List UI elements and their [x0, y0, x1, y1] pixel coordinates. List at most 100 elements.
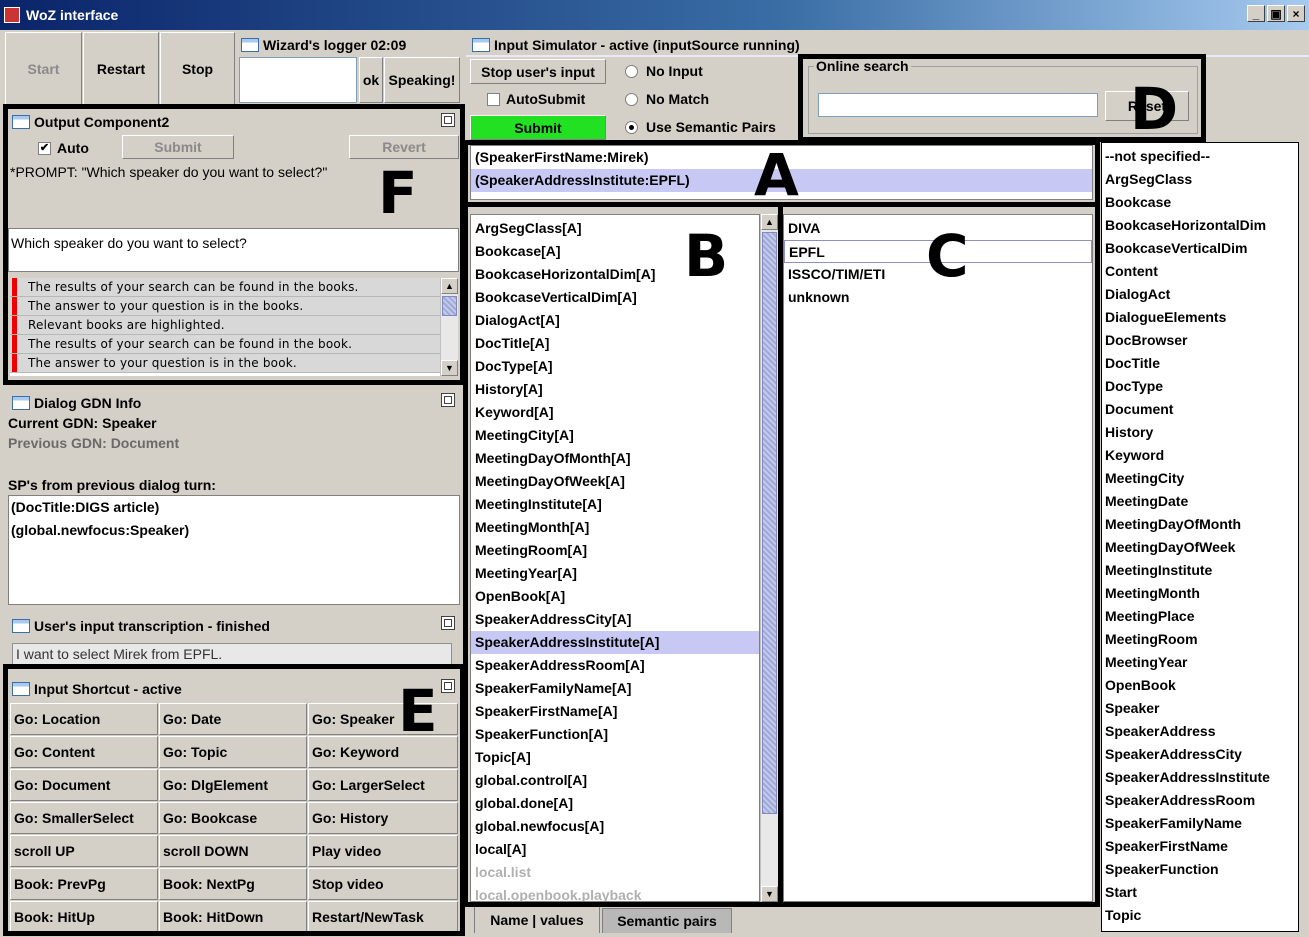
- shortcut-book-hitdown-button[interactable]: Book: HitDown: [159, 901, 307, 933]
- shortcut-go-topic-button[interactable]: Go: Topic: [159, 736, 307, 768]
- attribute-item[interactable]: SpeakerFamilyName[A]: [471, 677, 759, 700]
- list-item[interactable]: Relevant books are highlighted.: [10, 316, 440, 335]
- list-item[interactable]: The answer to your question is in the bo…: [10, 297, 440, 316]
- radio-no-input[interactable]: No Input: [625, 61, 703, 81]
- attribute-item[interactable]: MeetingDayOfMonth[A]: [471, 447, 759, 470]
- attribute-item[interactable]: local[A]: [471, 838, 759, 861]
- speaking-button[interactable]: Speaking!: [384, 57, 460, 103]
- shortcut-book-nextpg-button[interactable]: Book: NextPg: [159, 868, 307, 900]
- online-search-input[interactable]: [818, 93, 1098, 117]
- attribute-item[interactable]: MeetingMonth[A]: [471, 516, 759, 539]
- autosubmit-checkbox[interactable]: AutoSubmit: [487, 89, 585, 109]
- attribute-item[interactable]: SpeakerAddressInstitute[A]: [471, 631, 759, 654]
- shortcut-go-largerselect-button[interactable]: Go: LargerSelect: [308, 769, 458, 801]
- attribute-item[interactable]: SpeakerAddressRoom[A]: [471, 654, 759, 677]
- gdn-item[interactable]: SpeakerAddressRoom: [1102, 789, 1298, 812]
- gdn-item[interactable]: MeetingInstitute: [1102, 559, 1298, 582]
- gdn-item[interactable]: MeetingCity: [1102, 467, 1298, 490]
- gdn-item[interactable]: Document: [1102, 398, 1298, 421]
- gdn-item[interactable]: SpeakerFamilyName: [1102, 812, 1298, 835]
- attribute-item[interactable]: DialogAct[A]: [471, 309, 759, 332]
- gdn-item[interactable]: MeetingDayOfMonth: [1102, 513, 1298, 536]
- undock-icon[interactable]: [441, 393, 455, 407]
- output-submit-button[interactable]: Submit: [122, 135, 234, 159]
- shortcut-book-hitup-button[interactable]: Book: HitUp: [10, 901, 158, 933]
- gdn-item[interactable]: Topic: [1102, 904, 1298, 927]
- shortcut-play-video-button[interactable]: Play video: [308, 835, 458, 867]
- gdn-item[interactable]: MeetingYear: [1102, 651, 1298, 674]
- stop-users-input-button[interactable]: Stop user's input: [470, 59, 606, 84]
- radio-use-semantic-pairs[interactable]: Use Semantic Pairs: [625, 117, 776, 137]
- gdn-item[interactable]: Start: [1102, 881, 1298, 904]
- prompt-edit-field[interactable]: Which speaker do you want to select?: [8, 228, 459, 272]
- attribute-item[interactable]: MeetingYear[A]: [471, 562, 759, 585]
- logger-ok-button[interactable]: ok: [359, 57, 383, 103]
- attribute-item[interactable]: MeetingRoom[A]: [471, 539, 759, 562]
- gdn-item[interactable]: DocBrowser: [1102, 329, 1298, 352]
- gdn-item[interactable]: ArgSegClass: [1102, 168, 1298, 191]
- undock-icon[interactable]: [441, 113, 455, 127]
- gdn-item[interactable]: SpeakerAddress: [1102, 720, 1298, 743]
- shortcut-scroll-up-button[interactable]: scroll UP: [10, 835, 158, 867]
- shortcut-go-document-button[interactable]: Go: Document: [10, 769, 158, 801]
- gdn-item[interactable]: DialogAct: [1102, 283, 1298, 306]
- attribute-item[interactable]: local.list: [471, 861, 759, 884]
- attribute-item[interactable]: SpeakerAddressCity[A]: [471, 608, 759, 631]
- tab-semantic-pairs[interactable]: Semantic pairs: [602, 908, 732, 933]
- tab-name-values[interactable]: Name | values: [474, 906, 600, 933]
- attribute-scrollbar[interactable]: ▲ ▼: [760, 214, 778, 902]
- attribute-item[interactable]: MeetingInstitute[A]: [471, 493, 759, 516]
- list-item[interactable]: (global.newfocus:Speaker): [11, 522, 457, 545]
- attribute-item[interactable]: History[A]: [471, 378, 759, 401]
- gdn-item[interactable]: BookcaseVerticalDim: [1102, 237, 1298, 260]
- shortcut-stop-video-button[interactable]: Stop video: [308, 868, 458, 900]
- scroll-down-icon[interactable]: ▼: [761, 886, 778, 902]
- gdn-item[interactable]: MeetingPlace: [1102, 605, 1298, 628]
- start-button[interactable]: Start: [5, 32, 82, 105]
- shortcut-go-content-button[interactable]: Go: Content: [10, 736, 158, 768]
- logger-input[interactable]: [239, 57, 357, 103]
- attribute-item[interactable]: local.openbook.playback: [471, 884, 759, 901]
- gdn-item[interactable]: SpeakerAddressInstitute: [1102, 766, 1298, 789]
- revert-button[interactable]: Revert: [349, 135, 459, 159]
- simulator-submit-button[interactable]: Submit: [470, 115, 606, 140]
- minimize-button[interactable]: _: [1247, 5, 1265, 22]
- gdn-item[interactable]: MeetingDayOfWeek: [1102, 536, 1298, 559]
- gdn-item[interactable]: Speaker: [1102, 697, 1298, 720]
- scroll-up-icon[interactable]: ▲: [761, 214, 778, 230]
- gdn-item[interactable]: MeetingDate: [1102, 490, 1298, 513]
- attribute-item[interactable]: OpenBook[A]: [471, 585, 759, 608]
- gdn-item[interactable]: MeetingRoom: [1102, 628, 1298, 651]
- list-item[interactable]: (DocTitle:DIGS article): [11, 499, 457, 522]
- gdn-item[interactable]: --not specified--: [1102, 145, 1298, 168]
- scroll-thumb[interactable]: [442, 296, 457, 316]
- shortcut-restart-newtask-button[interactable]: Restart/NewTask: [308, 901, 458, 933]
- gdn-item[interactable]: DocTitle: [1102, 352, 1298, 375]
- shortcut-go-dlgelement-button[interactable]: Go: DlgElement: [159, 769, 307, 801]
- gdn-item[interactable]: DocType: [1102, 375, 1298, 398]
- undock-icon[interactable]: [441, 616, 455, 630]
- attribute-item[interactable]: global.control[A]: [471, 769, 759, 792]
- attribute-item[interactable]: DocTitle[A]: [471, 332, 759, 355]
- shortcut-go-date-button[interactable]: Go: Date: [159, 703, 307, 735]
- list-item[interactable]: The answer to your question is in the bo…: [10, 354, 440, 373]
- undock-icon[interactable]: [441, 679, 455, 693]
- gdn-item[interactable]: SpeakerFirstName: [1102, 835, 1298, 858]
- attribute-item[interactable]: global.done[A]: [471, 792, 759, 815]
- attribute-item[interactable]: MeetingCity[A]: [471, 424, 759, 447]
- shortcut-go-smallerselect-button[interactable]: Go: SmallerSelect: [10, 802, 158, 834]
- maximize-button[interactable]: ▣: [1267, 5, 1285, 22]
- attribute-item[interactable]: Keyword[A]: [471, 401, 759, 424]
- gdn-item[interactable]: History: [1102, 421, 1298, 444]
- radio-no-match[interactable]: No Match: [625, 89, 709, 109]
- shortcut-book-prevpg-button[interactable]: Book: PrevPg: [10, 868, 158, 900]
- close-button[interactable]: ×: [1287, 5, 1305, 22]
- gdn-item[interactable]: DialogueElements: [1102, 306, 1298, 329]
- stop-button[interactable]: Stop: [160, 32, 235, 105]
- restart-button[interactable]: Restart: [83, 32, 159, 105]
- gdn-item[interactable]: BookcaseHorizontalDim: [1102, 214, 1298, 237]
- scroll-up-icon[interactable]: ▲: [441, 278, 458, 294]
- scroll-thumb[interactable]: [762, 232, 777, 814]
- scroll-down-icon[interactable]: ▼: [441, 360, 458, 376]
- auto-checkbox[interactable]: ✔ Auto: [38, 138, 89, 158]
